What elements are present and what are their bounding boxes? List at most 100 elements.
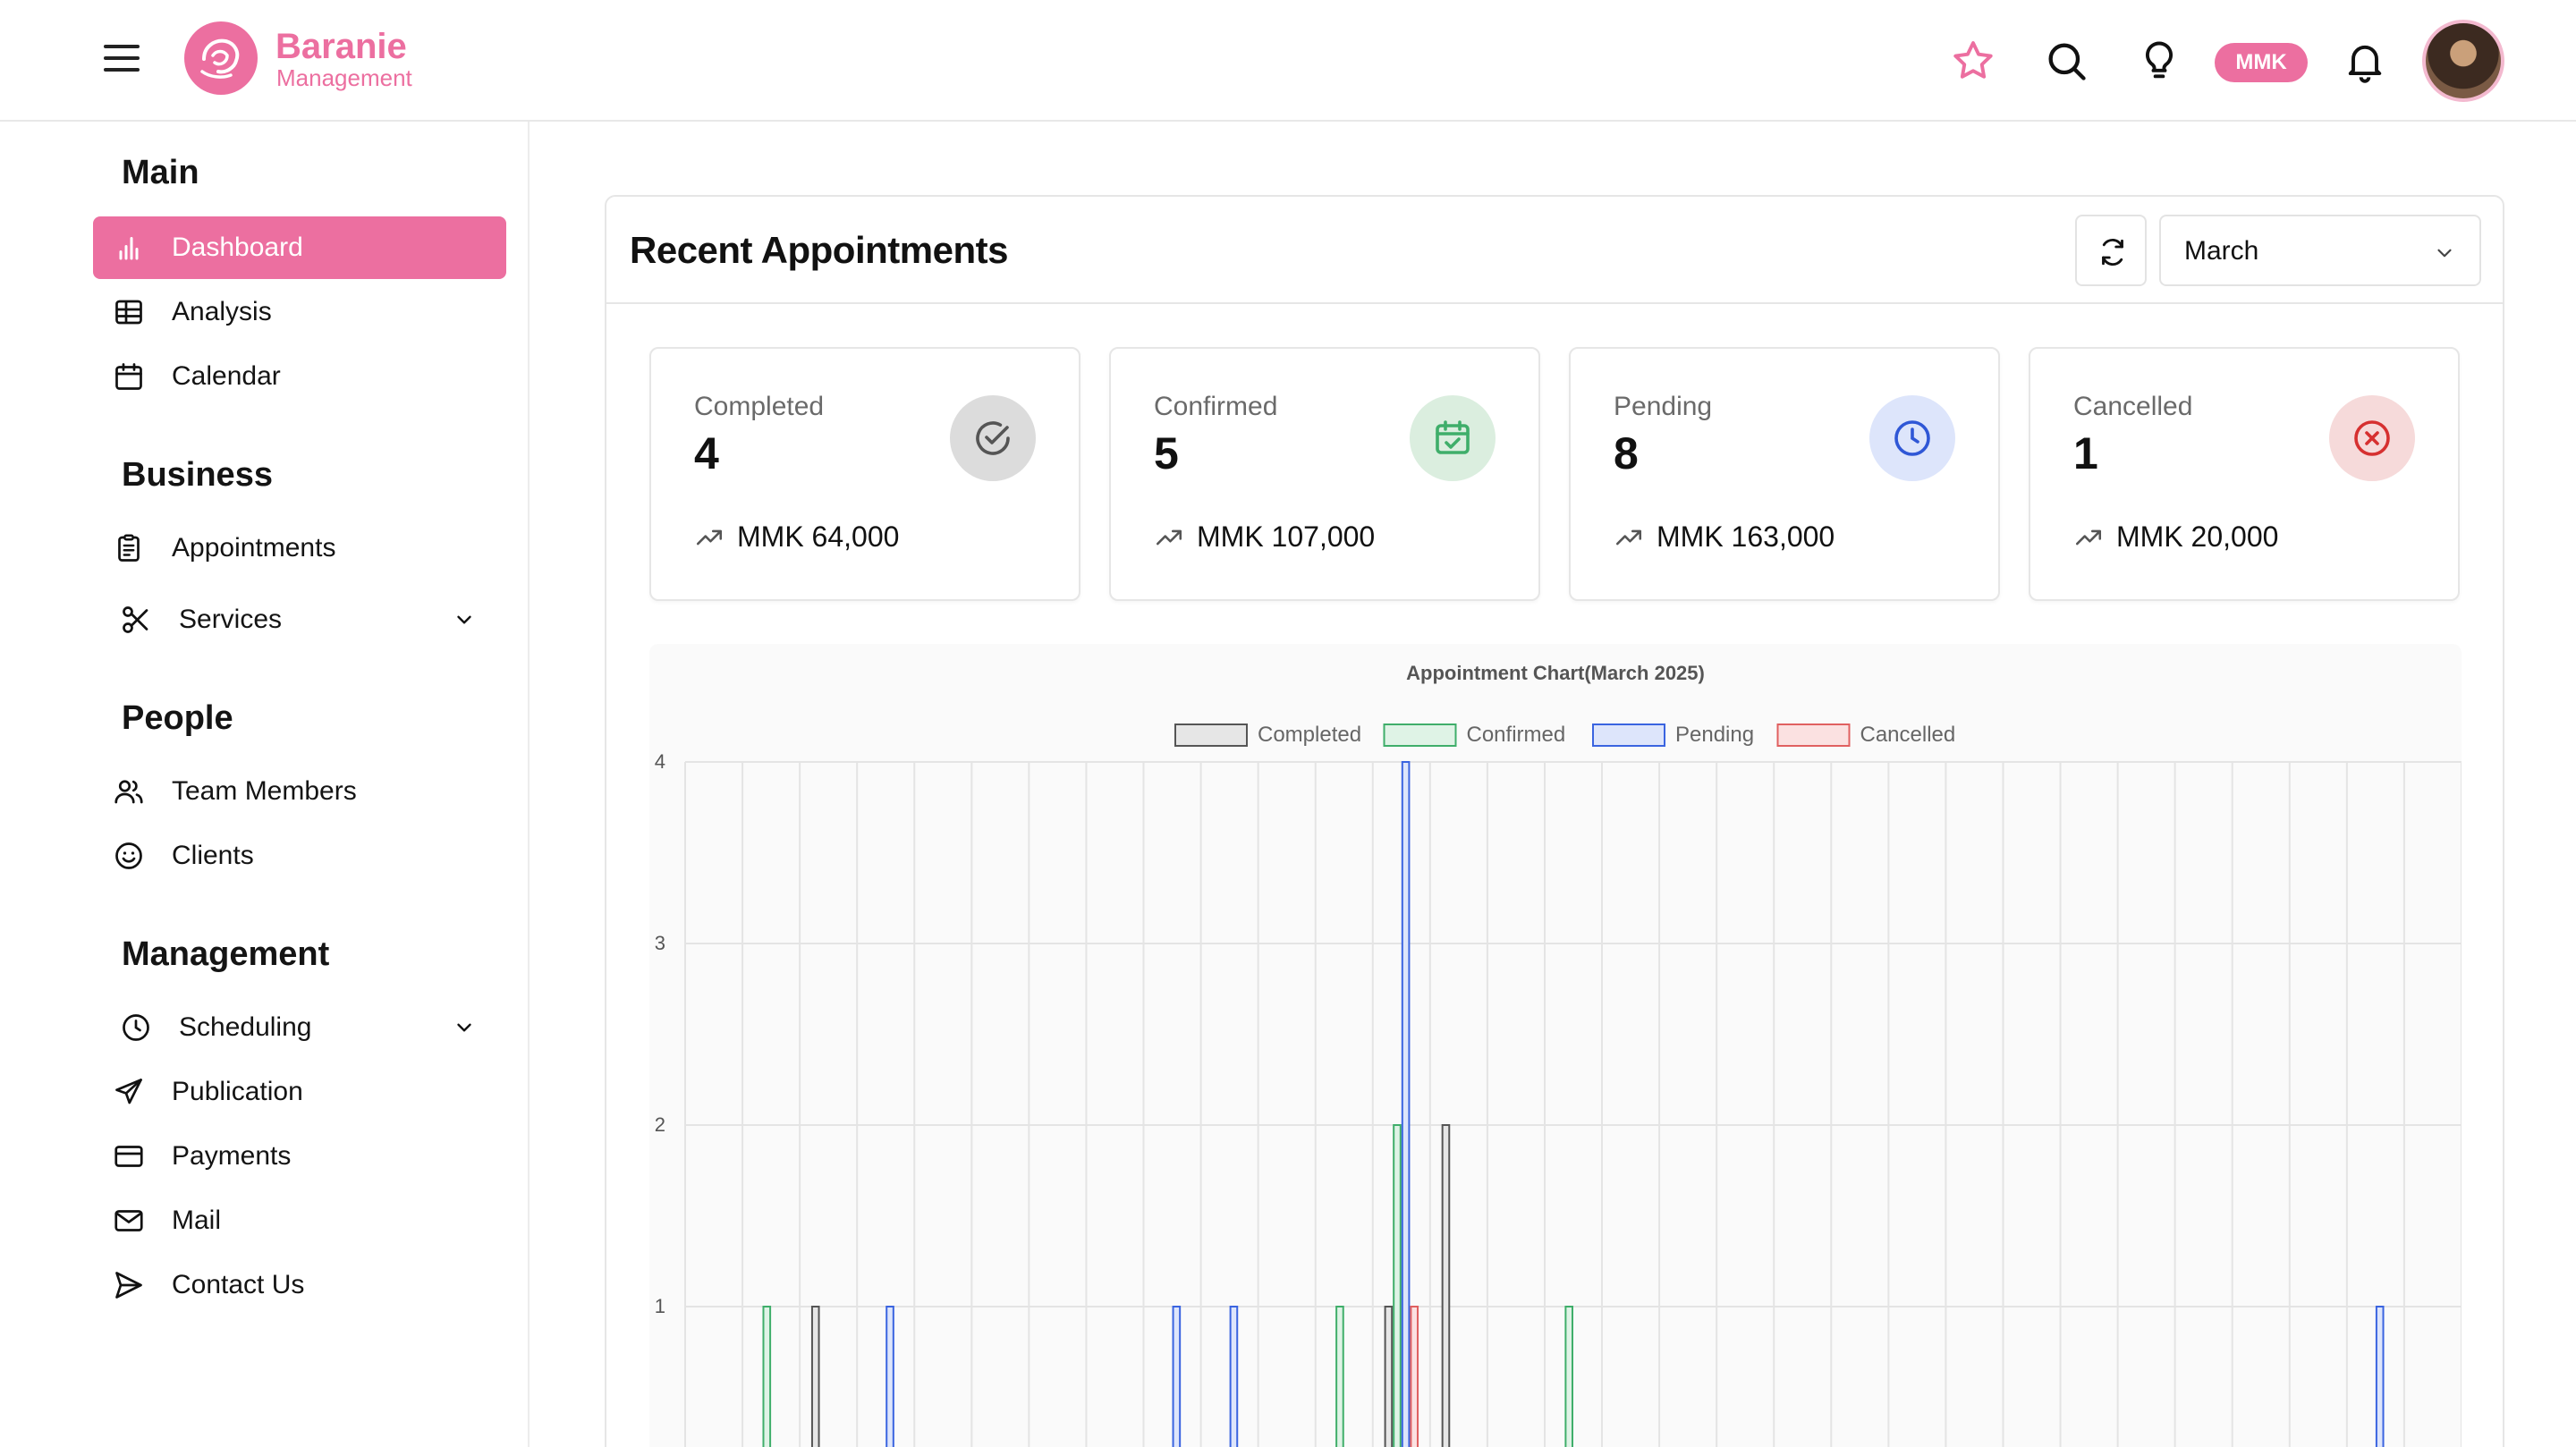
sidebar-item-payments[interactable]: Payments — [93, 1125, 506, 1188]
stat-card-pending[interactable]: Pending 8 MMK 163,000 — [1569, 347, 2000, 601]
sidebar-item-analysis[interactable]: Analysis — [93, 281, 506, 343]
section-title-main: Main — [122, 154, 199, 191]
refresh-icon — [2102, 239, 2123, 266]
send-icon — [115, 1079, 142, 1104]
y-tick-label: 1 — [655, 1295, 665, 1317]
chart-bar — [1229, 1306, 1239, 1447]
y-tick-label: 4 — [655, 750, 665, 773]
sidebar-item-label: Services — [179, 605, 283, 634]
section-title-people: People — [122, 699, 233, 737]
y-tick-label: 2 — [655, 1113, 665, 1136]
refresh-button[interactable] — [2075, 215, 2147, 286]
appointment-chart: Appointment Chart(March 2025) Completed Co… — [649, 644, 2462, 1447]
legend-swatch — [1174, 724, 1248, 747]
stat-card-completed[interactable]: Completed 4 MMK 64,000 — [649, 347, 1080, 601]
legend-label: Pending — [1675, 723, 1754, 747]
legend-label: Confirmed — [1467, 723, 1566, 747]
sidebar-item-label: Payments — [172, 1141, 292, 1171]
y-tick-label: 3 — [655, 932, 665, 954]
currency-badge[interactable]: MMK — [2215, 43, 2308, 82]
legend-swatch — [1383, 724, 1457, 747]
section-title-management: Management — [122, 935, 330, 973]
stat-count: 5 — [1154, 428, 1179, 478]
stat-amount: MMK 163,000 — [1657, 520, 1835, 553]
chart-bar — [1401, 761, 1411, 1447]
brand-logo[interactable] — [184, 21, 258, 95]
chart-bar — [1410, 1306, 1419, 1447]
sidebar-item-label: Contact Us — [172, 1270, 305, 1299]
chevron-down-icon[interactable] — [453, 1016, 476, 1039]
sidebar-item-label: Analysis — [172, 297, 272, 326]
sidebar-item-calendar[interactable]: Calendar — [93, 345, 506, 408]
clock-icon — [1869, 395, 1955, 481]
sidebar-item-scheduling[interactable]: Scheduling — [93, 996, 506, 1059]
sidebar-item-publication[interactable]: Publication — [93, 1061, 506, 1123]
sidebar-item-label: Scheduling — [179, 1012, 312, 1042]
clock-icon — [123, 1014, 149, 1041]
chart-bar — [886, 1306, 894, 1447]
search-icon[interactable] — [2043, 38, 2089, 84]
stat-label: Confirmed — [1154, 392, 1278, 421]
users-icon — [114, 780, 143, 804]
sidebar-item-team-members[interactable]: Team Members — [93, 760, 506, 823]
check-circle-icon — [950, 395, 1036, 481]
lightbulb-icon[interactable] — [2136, 38, 2182, 84]
sidebar-item-contact-us[interactable]: Contact Us — [93, 1254, 506, 1316]
trending-up-icon — [1615, 529, 1642, 546]
menu-icon[interactable] — [104, 45, 140, 75]
chart-bar — [1384, 1306, 1394, 1447]
scissors-icon — [123, 606, 148, 633]
stat-count: 4 — [694, 428, 719, 478]
calendar-check-icon — [1410, 395, 1496, 481]
stat-count: 8 — [1614, 428, 1639, 478]
legend-swatch — [1776, 724, 1851, 747]
sidebar-item-services[interactable]: Services — [93, 588, 506, 651]
sidebar-item-label: Calendar — [172, 361, 281, 391]
sidebar-item-label: Team Members — [172, 776, 357, 806]
x-circle-icon — [2329, 395, 2415, 481]
sidebar-item-label: Publication — [172, 1077, 303, 1106]
sidebar-item-label: Appointments — [172, 533, 336, 563]
chevron-down-icon — [2437, 249, 2452, 258]
paper-plane-icon — [115, 1272, 142, 1299]
chart-bar — [1335, 1306, 1344, 1447]
chart-bar — [1441, 1124, 1451, 1447]
legend-label: Completed — [1258, 723, 1361, 747]
sidebar-item-dashboard[interactable]: Dashboard — [93, 216, 506, 279]
stat-card-cancelled[interactable]: Cancelled 1 MMK 20,000 — [2029, 347, 2460, 601]
bar-chart-icon — [119, 237, 139, 260]
stat-card-confirmed[interactable]: Confirmed 5 MMK 107,000 — [1109, 347, 1540, 601]
chart-bar — [1172, 1306, 1182, 1447]
credit-card-icon — [114, 1146, 143, 1167]
brand-name: Baranie — [275, 27, 407, 66]
chart-bar — [810, 1306, 820, 1447]
calendar-icon — [115, 363, 142, 390]
stat-label: Pending — [1614, 392, 1713, 421]
page-title: Recent Appointments — [630, 229, 1008, 271]
top-header: Baranie Management MMK — [0, 0, 2576, 122]
chevron-down-icon[interactable] — [453, 608, 476, 631]
legend-label: Cancelled — [1860, 723, 1956, 747]
chart-bar — [1393, 1124, 1402, 1447]
mail-icon — [114, 1210, 143, 1231]
bell-icon[interactable] — [2342, 38, 2388, 84]
user-avatar[interactable] — [2422, 20, 2504, 102]
sidebar-item-clients[interactable]: Clients — [93, 825, 506, 887]
stat-amount: MMK 107,000 — [1197, 520, 1376, 553]
sidebar-item-mail[interactable]: Mail — [93, 1189, 506, 1252]
month-select[interactable]: March — [2159, 215, 2481, 286]
recent-appointments-panel: Recent Appointments March Completed 4 MM… — [605, 195, 2504, 1447]
stat-count: 1 — [2073, 428, 2098, 478]
panel-header: Recent Appointments March — [606, 197, 2503, 304]
chart-bar — [762, 1306, 772, 1447]
clipboard-icon — [118, 534, 140, 562]
smile-icon — [115, 842, 142, 869]
stat-label: Completed — [694, 392, 825, 421]
sidebar: Main Dashboard Analysis Calendar Busines… — [0, 122, 530, 1447]
sidebar-item-appointments[interactable]: Appointments — [93, 517, 506, 580]
sidebar-item-label: Dashboard — [172, 233, 303, 262]
trending-up-icon — [696, 529, 723, 546]
trending-up-icon — [1156, 529, 1182, 546]
brand-subtitle: Management — [276, 64, 412, 91]
star-icon[interactable] — [1950, 38, 1996, 84]
